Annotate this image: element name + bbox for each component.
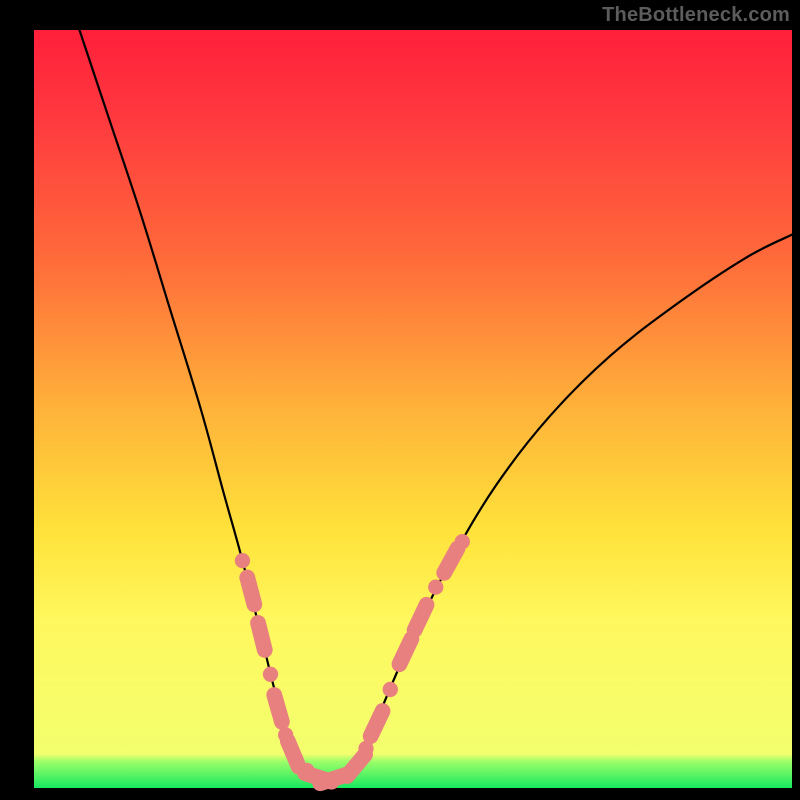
marker-dot [235, 553, 250, 568]
chart-stage: TheBottleneck.com [0, 0, 800, 800]
marker-capsule [415, 605, 427, 630]
marker-dot [263, 667, 278, 682]
marker-capsule [399, 639, 411, 664]
watermark-text: TheBottleneck.com [602, 4, 790, 27]
chart-canvas [0, 0, 800, 800]
marker-dot [383, 682, 398, 697]
marker-dot [428, 579, 443, 594]
marker-capsule [258, 623, 265, 650]
marker-capsule [247, 577, 254, 604]
marker-capsule [288, 741, 299, 767]
marker-capsule [274, 695, 282, 722]
marker-dot [455, 534, 470, 549]
marker-capsule [371, 711, 383, 736]
plot-background [34, 30, 792, 788]
